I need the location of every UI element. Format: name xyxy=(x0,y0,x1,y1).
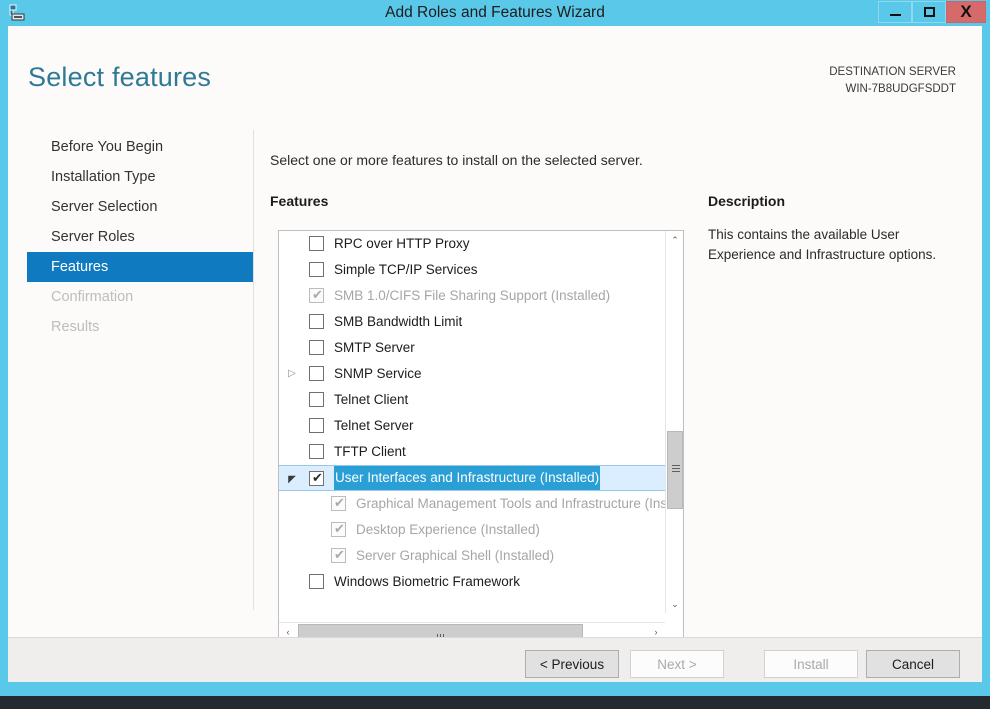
sidebar-item-features[interactable]: Features xyxy=(27,252,253,282)
sidebar-item-confirmation: Confirmation xyxy=(51,289,134,305)
collapse-triangle-icon[interactable]: ◢ xyxy=(285,466,299,492)
feature-checkbox[interactable] xyxy=(309,366,324,381)
scroll-up-icon[interactable]: ⌃ xyxy=(666,231,683,249)
features-listbox[interactable]: RPC over HTTP Proxy Simple TCP/IP Service… xyxy=(278,230,684,642)
feature-row[interactable]: ◢ ✔ User Interfaces and Infrastructure (In… xyxy=(279,465,665,491)
feature-label: Desktop Experience (Installed) xyxy=(356,522,540,537)
cancel-button[interactable]: Cancel xyxy=(866,650,960,678)
feature-row[interactable]: RPC over HTTP Proxy xyxy=(279,231,665,257)
sidebar-item-server-selection[interactable]: Server Selection xyxy=(27,192,253,222)
feature-label: TFTP Client xyxy=(334,444,406,459)
feature-row[interactable]: Simple TCP/IP Services xyxy=(279,257,665,283)
feature-checkbox[interactable] xyxy=(309,340,324,355)
expand-triangle-icon[interactable]: ▷ xyxy=(285,361,299,387)
sidebar-item-before-you-begin[interactable]: Before You Begin xyxy=(27,132,253,162)
feature-row[interactable]: ✔ Server Graphical Shell (Installed) xyxy=(279,543,665,569)
feature-checkbox[interactable] xyxy=(309,262,324,277)
feature-row[interactable]: ✔ SMB 1.0/CIFS File Sharing Support (Inst… xyxy=(279,283,665,309)
feature-checkbox[interactable]: ✔ xyxy=(331,521,346,537)
feature-checkbox[interactable] xyxy=(309,418,324,433)
next-button[interactable]: Next > xyxy=(630,650,724,678)
destination-server-block: DESTINATION SERVER WIN-7B8UDGFSDDT xyxy=(829,64,956,98)
check-icon: ✔ xyxy=(312,470,323,485)
features-label: Features xyxy=(270,193,329,209)
feature-row[interactable]: ✔ Graphical Management Tools and Infrastr… xyxy=(279,491,665,517)
sidebar-item-results: Results xyxy=(51,319,100,335)
description-label: Description xyxy=(708,193,786,209)
vertical-scroll-thumb[interactable] xyxy=(667,431,683,509)
accent-strip xyxy=(0,682,990,696)
feature-checkbox[interactable]: ✔ xyxy=(331,495,346,511)
feature-label: Simple TCP/IP Services xyxy=(334,262,478,277)
feature-label: SMTP Server xyxy=(334,340,415,355)
wizard-nav: Before You Begin Installation Type Server … xyxy=(27,132,253,342)
feature-label: User Interfaces and Infrastructure (Inst… xyxy=(334,466,601,490)
feature-checkbox[interactable] xyxy=(309,314,324,329)
feature-label: RPC over HTTP Proxy xyxy=(334,236,470,251)
feature-row[interactable]: TFTP Client xyxy=(279,439,665,465)
title-bar: Add Roles and Features Wizard X xyxy=(0,0,990,26)
feature-row[interactable]: SMTP Server xyxy=(279,335,665,361)
feature-checkbox[interactable]: ✔ xyxy=(309,470,324,486)
feature-checkbox[interactable]: ✔ xyxy=(331,547,346,563)
scroll-grip-icon xyxy=(437,629,446,641)
feature-row[interactable]: ▷ SNMP Service xyxy=(279,361,665,387)
feature-checkbox[interactable]: ✔ xyxy=(309,287,324,303)
feature-checkbox[interactable] xyxy=(309,574,324,589)
description-text: This contains the available User Experie… xyxy=(708,227,937,262)
feature-row[interactable]: Telnet Server xyxy=(279,413,665,439)
instruction-text: Select one or more features to install o… xyxy=(270,152,643,168)
desktop-strip xyxy=(0,696,990,709)
scroll-grip-icon xyxy=(672,465,680,474)
feature-label: Windows Biometric Framework xyxy=(334,574,521,589)
feature-label: SNMP Service xyxy=(334,366,422,381)
wizard-body: Select features DESTINATION SERVER WIN-7… xyxy=(8,26,982,681)
maximize-icon xyxy=(923,7,935,17)
close-button[interactable]: X xyxy=(946,1,986,23)
feature-row[interactable]: SMB Bandwidth Limit xyxy=(279,309,665,335)
sidebar-item-installation-type[interactable]: Installation Type xyxy=(27,162,253,192)
page-title: Select features xyxy=(28,62,212,92)
features-list: RPC over HTTP Proxy Simple TCP/IP Service… xyxy=(279,231,665,613)
nav-divider xyxy=(253,130,254,610)
check-icon: ✔ xyxy=(334,495,345,510)
feature-checkbox[interactable] xyxy=(309,392,324,407)
check-icon: ✔ xyxy=(312,287,323,302)
feature-label: Server Graphical Shell (Installed) xyxy=(356,548,555,563)
minimize-button[interactable] xyxy=(878,1,912,23)
feature-label: SMB 1.0/CIFS File Sharing Support (Insta… xyxy=(334,288,611,303)
sidebar-item-server-roles[interactable]: Server Roles xyxy=(27,222,253,252)
previous-button[interactable]: < Previous xyxy=(525,650,619,678)
feature-label: Telnet Server xyxy=(334,418,414,433)
minimize-icon xyxy=(889,14,901,16)
feature-row[interactable]: ✔ Desktop Experience (Installed) xyxy=(279,517,665,543)
vertical-scrollbar[interactable]: ⌃ ⌄ xyxy=(665,231,683,613)
feature-row[interactable]: Windows Biometric Framework xyxy=(279,569,665,595)
feature-checkbox[interactable] xyxy=(309,444,324,459)
feature-label: Graphical Management Tools and Infrastru… xyxy=(356,496,665,511)
maximize-button[interactable] xyxy=(912,1,946,23)
install-button[interactable]: Install xyxy=(764,650,858,678)
wizard-window: Add Roles and Features Wizard X Select f… xyxy=(0,0,990,709)
scroll-down-icon[interactable]: ⌄ xyxy=(666,595,683,613)
feature-label: Telnet Client xyxy=(334,392,409,407)
destination-server-name: WIN-7B8UDGFSDDT xyxy=(845,83,956,95)
window-title: Add Roles and Features Wizard xyxy=(385,4,605,21)
feature-row[interactable]: Telnet Client xyxy=(279,387,665,413)
check-icon: ✔ xyxy=(334,547,345,562)
destination-server-label: DESTINATION SERVER xyxy=(829,66,956,78)
feature-checkbox[interactable] xyxy=(309,236,324,251)
feature-label: SMB Bandwidth Limit xyxy=(334,314,463,329)
check-icon: ✔ xyxy=(334,521,345,536)
